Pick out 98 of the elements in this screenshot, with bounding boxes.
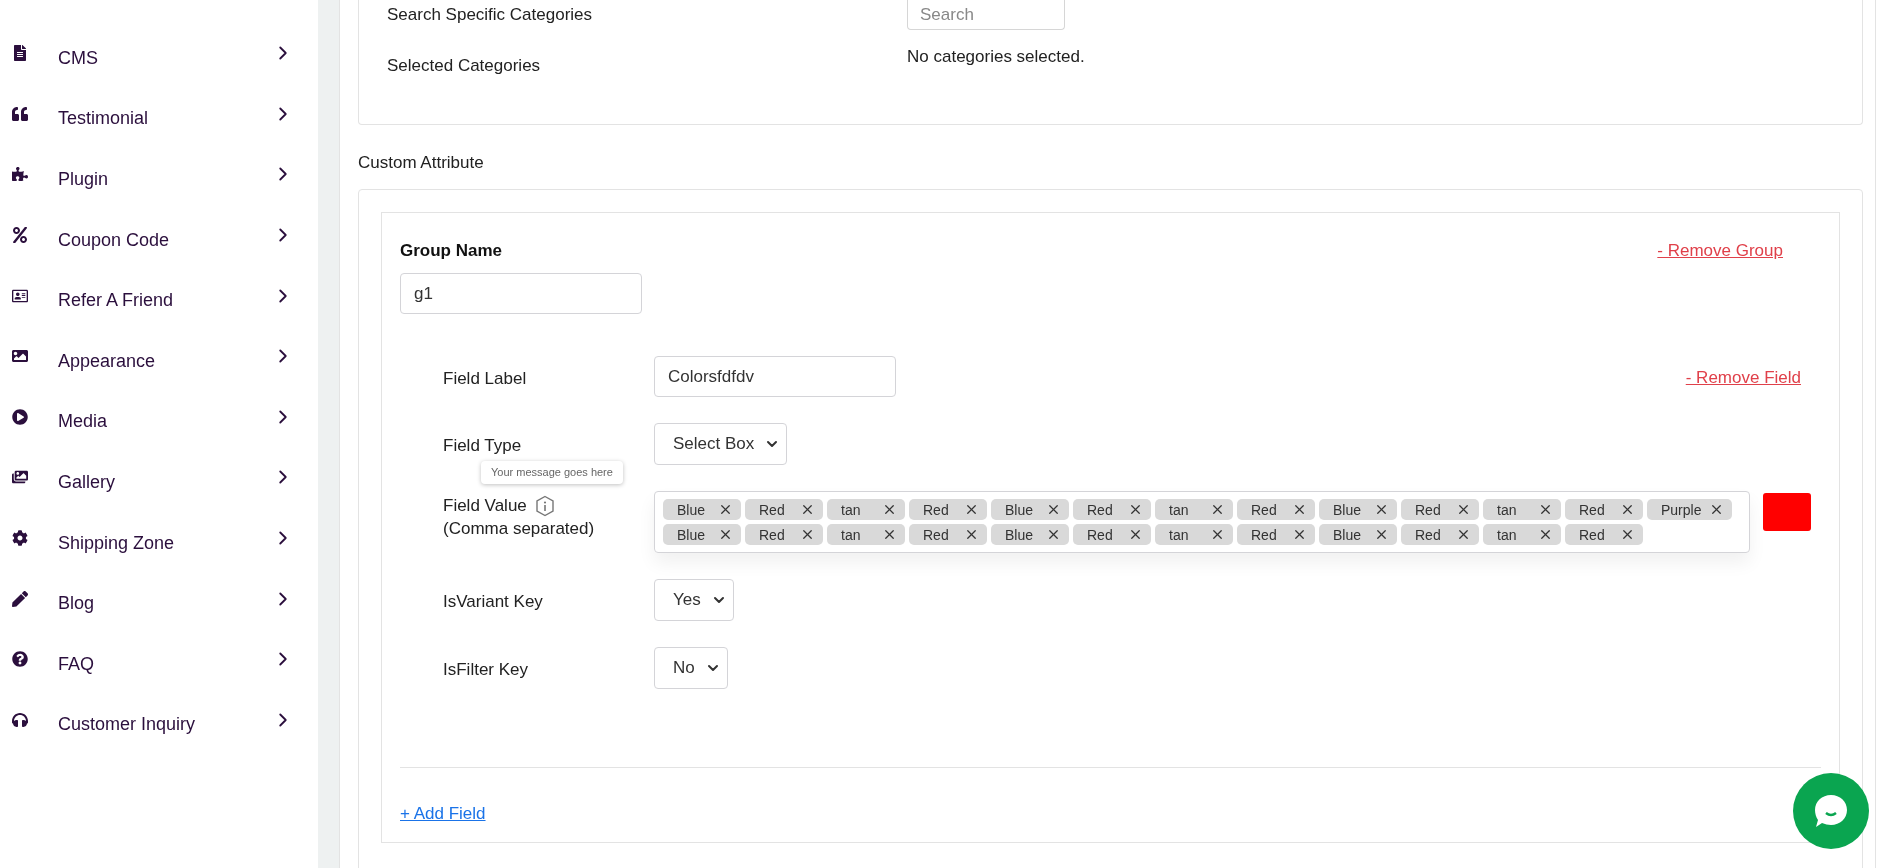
sidebar-item[interactable]: Refer A Friend [0, 270, 318, 331]
close-icon[interactable] [718, 527, 733, 542]
info-icon [534, 495, 555, 518]
field-label: Group Name [400, 241, 503, 261]
quote-icon [12, 105, 28, 122]
sidebar-item[interactable]: Gallery [0, 452, 318, 513]
remove-field-link[interactable]: - Remove Field [1685, 368, 1801, 388]
close-icon[interactable] [800, 527, 815, 542]
sidebar-item[interactable]: Media [0, 391, 318, 453]
field-label: IsVariant Key [443, 591, 544, 613]
close-icon[interactable] [1128, 502, 1143, 517]
close-icon[interactable] [1046, 527, 1061, 542]
tag: Red [1073, 524, 1151, 545]
field-label: Search Specific Categories [387, 5, 594, 25]
document-icon [12, 45, 28, 62]
sidebar-item[interactable]: CMS [0, 28, 318, 89]
close-icon[interactable] [1128, 527, 1143, 542]
tag: Red [745, 499, 823, 520]
close-icon[interactable] [1538, 527, 1553, 542]
tag: Red [1565, 499, 1643, 520]
tooltip: Your message goes here [481, 461, 623, 484]
field-label: Field Value [443, 495, 527, 517]
search-field[interactable]: Search [907, 0, 1065, 30]
tag: Blue [991, 499, 1069, 520]
sidebar-item[interactable]: Plugin [0, 149, 318, 210]
field-label: Selected Categories [387, 56, 542, 76]
id-card-icon [12, 287, 28, 304]
pencil-icon [12, 590, 28, 607]
field-hint: (Comma separated) [443, 517, 596, 540]
remove-group-link[interactable]: - Remove Group [1657, 241, 1783, 261]
tag: Blue [1319, 524, 1397, 545]
close-icon[interactable] [1620, 527, 1635, 542]
chat-icon [1812, 792, 1850, 830]
field-label: Field Label [443, 368, 528, 390]
percent-icon [12, 227, 28, 244]
images-icon [12, 469, 28, 486]
tag: Red [745, 524, 823, 545]
tag: Blue [1319, 499, 1397, 520]
sidebar-item[interactable]: Testimonial [0, 88, 318, 150]
close-icon[interactable] [800, 502, 815, 517]
input-field[interactable]: Colorsfdfdv [654, 356, 896, 397]
close-icon[interactable] [882, 502, 897, 517]
tag: tan [1155, 524, 1233, 545]
field-label: IsFilter Key [443, 659, 530, 681]
select-field[interactable]: Select Box [654, 423, 788, 465]
close-icon[interactable] [1374, 502, 1389, 517]
close-icon[interactable] [1456, 502, 1471, 517]
tag: Purple [1647, 499, 1733, 520]
sidebar-item[interactable]: Coupon Code [0, 209, 318, 271]
empty-message: No categories selected. [907, 47, 1086, 67]
close-icon[interactable] [1620, 502, 1635, 517]
close-icon[interactable] [1538, 502, 1553, 517]
headphones-icon [12, 711, 28, 728]
close-icon[interactable] [1456, 527, 1471, 542]
close-icon[interactable] [1374, 527, 1389, 542]
color-swatch[interactable] [1763, 493, 1811, 531]
tag: tan [827, 524, 905, 545]
gear-icon [12, 530, 28, 547]
select-field[interactable]: No [654, 647, 728, 689]
close-icon[interactable] [964, 527, 979, 542]
close-icon[interactable] [1046, 502, 1061, 517]
tag: Red [1401, 499, 1479, 520]
tag: Red [1237, 499, 1315, 520]
add-field-link[interactable]: + Add Field [400, 804, 486, 823]
sidebar-item[interactable]: Customer Inquiry [0, 694, 318, 756]
tag: Blue [663, 499, 741, 520]
close-icon[interactable] [1210, 502, 1225, 517]
tag: Red [1237, 524, 1315, 545]
section-title: Custom Attribute [358, 153, 485, 173]
image-icon [12, 348, 28, 365]
close-icon[interactable] [718, 502, 733, 517]
sidebar-item[interactable]: FAQ [0, 633, 318, 695]
tag: Red [909, 499, 987, 520]
question-icon [12, 651, 28, 668]
sidebar-item[interactable]: Blog [0, 573, 318, 634]
sidebar-item[interactable]: Appearance [0, 330, 318, 392]
tag: tan [1483, 524, 1561, 545]
close-icon[interactable] [964, 502, 979, 517]
tag: tan [1483, 499, 1561, 520]
puzzle-icon [12, 166, 28, 183]
tag: Red [909, 524, 987, 545]
tag: Blue [991, 524, 1069, 545]
tag: Red [1565, 524, 1643, 545]
field-label: Field Type [443, 435, 523, 457]
input-field[interactable]: g1 [400, 273, 642, 314]
select-field[interactable]: Yes [654, 579, 734, 621]
tags-field[interactable]: Blue Red tan Red Blue Red tan Red Blue Red tan Red Purple Blue Red tan Red Blue Red tan Red Blue Red tan Red [654, 491, 1750, 553]
tag: Red [1073, 499, 1151, 520]
close-icon[interactable] [1292, 527, 1307, 542]
close-icon[interactable] [1292, 502, 1307, 517]
tag: tan [827, 499, 905, 520]
close-icon[interactable] [882, 527, 897, 542]
tag: tan [1155, 499, 1233, 520]
tag: Blue [663, 524, 741, 545]
tag: Red [1401, 524, 1479, 545]
play-icon [12, 408, 28, 425]
close-icon[interactable] [1210, 527, 1225, 542]
sidebar-item[interactable]: Shipping Zone [0, 512, 318, 574]
